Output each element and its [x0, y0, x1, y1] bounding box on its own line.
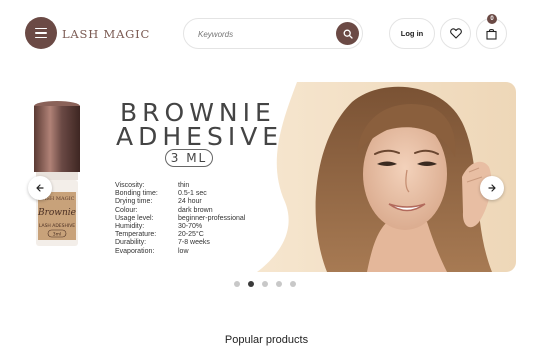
- spec-row: Temperature: 20-25°C: [115, 231, 245, 239]
- spec-row: Viscosity: thin: [115, 182, 245, 190]
- carousel-dot[interactable]: [262, 281, 268, 287]
- search-icon: [343, 29, 353, 39]
- spec-value: 7-8 weeks: [178, 239, 210, 247]
- bottle-label-volume: 3ml: [53, 232, 62, 238]
- cart-count-badge: 0: [487, 14, 497, 24]
- carousel-dot[interactable]: [276, 281, 282, 287]
- heart-icon: [449, 28, 462, 39]
- search-input[interactable]: [198, 27, 328, 41]
- carousel-dots: [234, 281, 296, 287]
- product-volume-badge: 3 ML: [165, 149, 213, 167]
- spec-row: Colour: dark brown: [115, 207, 245, 215]
- carousel-dot[interactable]: [290, 281, 296, 287]
- menu-icon-bar: [35, 36, 47, 39]
- spec-value: thin: [178, 182, 190, 189]
- menu-button[interactable]: [25, 17, 57, 49]
- wishlist-button[interactable]: [440, 18, 471, 49]
- spec-key: Evaporation:: [115, 247, 155, 255]
- spec-row: Durability: 7-8 weeks: [115, 239, 245, 247]
- menu-icon-bar: [35, 32, 47, 34]
- spec-value: 20-25°C: [178, 231, 204, 239]
- spec-value: dark brown: [178, 206, 213, 214]
- spec-key: Colour:: [115, 206, 138, 214]
- spec-key: Humidity:: [115, 223, 145, 231]
- carousel-prev-button[interactable]: [28, 176, 52, 200]
- spec-key: Usage level:: [115, 214, 154, 222]
- spec-value: low: [178, 247, 189, 255]
- chevron-left-icon: [36, 184, 44, 192]
- spec-key: Bonding time:: [115, 190, 158, 198]
- carousel-dot[interactable]: [234, 281, 240, 287]
- spec-row: Humidity: 30-70%: [115, 223, 245, 231]
- product-title-line2: ADHESIVE: [116, 122, 284, 151]
- spec-value: 0.5-1 sec: [178, 190, 207, 198]
- bottle-label-name: Brownie: [37, 208, 76, 218]
- cart-icon: [486, 28, 497, 40]
- search-button[interactable]: [336, 22, 359, 45]
- spec-row: Drying time: 24 hour: [115, 198, 245, 206]
- product-bottle-image: LASH MAGIC Brownie LASH ADESHIVE 3ml: [22, 100, 92, 250]
- spec-value: beginner-professional: [178, 214, 246, 222]
- popular-products-heading: Popular products: [224, 334, 309, 346]
- spec-row: Evaporation: low: [115, 248, 245, 256]
- spec-value: 24 hour: [178, 198, 202, 206]
- carousel-next-button[interactable]: [480, 176, 504, 200]
- search-bar: [183, 18, 363, 49]
- site-logo[interactable]: LASH MAGIC: [62, 27, 150, 41]
- site-header: LASH MAGIC Log in 0: [0, 0, 533, 66]
- login-button[interactable]: Log in: [389, 18, 435, 49]
- spec-key: Viscosity:: [115, 182, 145, 189]
- chevron-right-icon: [488, 184, 496, 192]
- menu-icon-bar: [35, 27, 47, 30]
- spec-value: 30-70%: [178, 223, 203, 231]
- spec-key: Temperature:: [115, 231, 157, 239]
- spec-row: Usage level: beginner-professional: [115, 215, 245, 223]
- spec-key: Drying time:: [115, 198, 153, 206]
- spec-row: Bonding time: 0.5-1 sec: [115, 190, 245, 198]
- hero-model-image: [257, 82, 516, 272]
- product-specs-list: Viscosity: thin Bonding time: 0.5-1 sec Dr…: [115, 182, 245, 256]
- bottle-label-type: LASH ADESHIVE: [39, 223, 75, 229]
- spec-key: Durability:: [115, 239, 147, 247]
- carousel-dot-active[interactable]: [248, 281, 254, 287]
